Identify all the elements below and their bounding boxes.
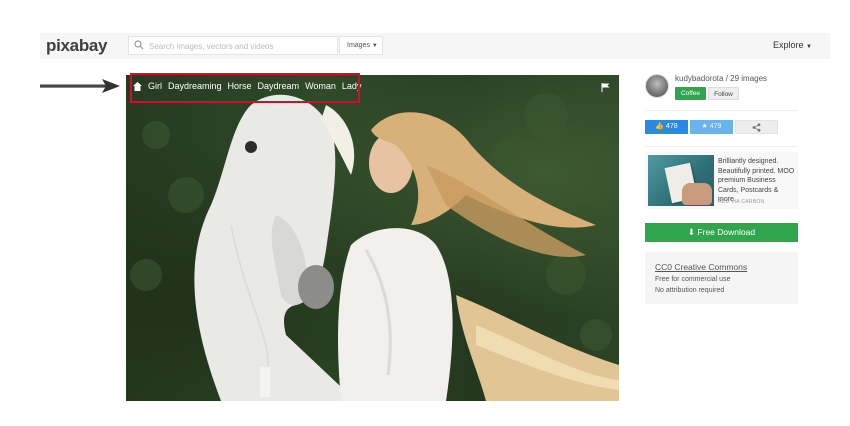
search-box[interactable] (128, 36, 338, 55)
ad-via-label[interactable]: ADS VIA CARBON (718, 199, 764, 205)
divider (645, 146, 798, 147)
ad-image[interactable] (648, 155, 714, 206)
search-input[interactable] (149, 39, 334, 53)
pixabay-logo[interactable]: pixabay (46, 36, 108, 56)
favorite-count: 479 (709, 123, 722, 130)
photo-artwork (130, 93, 619, 401)
main-photo[interactable] (126, 75, 619, 401)
explore-menu[interactable]: Explore ▼ (773, 40, 812, 50)
hand-graphic (682, 183, 712, 205)
chevron-down-icon: ▼ (806, 44, 812, 50)
image-type-select[interactable]: Images ▼ (339, 36, 383, 55)
star-icon: ★ (701, 123, 708, 130)
share-button[interactable] (735, 120, 778, 134)
flag-icon[interactable] (601, 83, 610, 92)
favorite-button[interactable]: ★ 479 (690, 120, 733, 134)
ad-text[interactable]: Brilliantly designed. Beautifully printe… (718, 157, 798, 205)
top-bar: pixabay Images ▼ Explore ▼ (40, 33, 830, 59)
thumbs-up-icon: 👍 (655, 123, 665, 130)
license-line: Free for commercial use (655, 276, 731, 283)
download-label: Free Download (697, 227, 756, 237)
share-icon (752, 123, 761, 132)
free-download-button[interactable]: ⬇ Free Download (645, 223, 798, 242)
follow-button[interactable]: Follow (708, 87, 739, 100)
user-info[interactable]: kudybadorota / 29 images (675, 74, 767, 83)
download-icon: ⬇ (687, 227, 696, 237)
coffee-button[interactable]: Coffee (675, 87, 706, 100)
type-select-label: Images (347, 42, 370, 49)
tag-highlight-box (130, 73, 360, 103)
search-icon (134, 40, 144, 50)
carbon-ad[interactable]: Brilliantly designed. Beautifully printe… (645, 152, 798, 209)
like-count: 478 (665, 123, 678, 130)
user-avatar[interactable] (645, 74, 669, 98)
explore-label: Explore (773, 40, 804, 50)
pointer-arrow-icon (40, 79, 120, 93)
license-panel: CC0 Creative Commons Free for commercial… (645, 252, 798, 304)
divider (645, 110, 798, 111)
like-button[interactable]: 👍 478 (645, 120, 688, 134)
page: pixabay Images ▼ Explore ▼ (0, 0, 850, 426)
license-line: No attribution required (655, 287, 725, 294)
license-link[interactable]: CC0 Creative Commons (655, 262, 747, 272)
chevron-down-icon: ▼ (371, 43, 378, 49)
